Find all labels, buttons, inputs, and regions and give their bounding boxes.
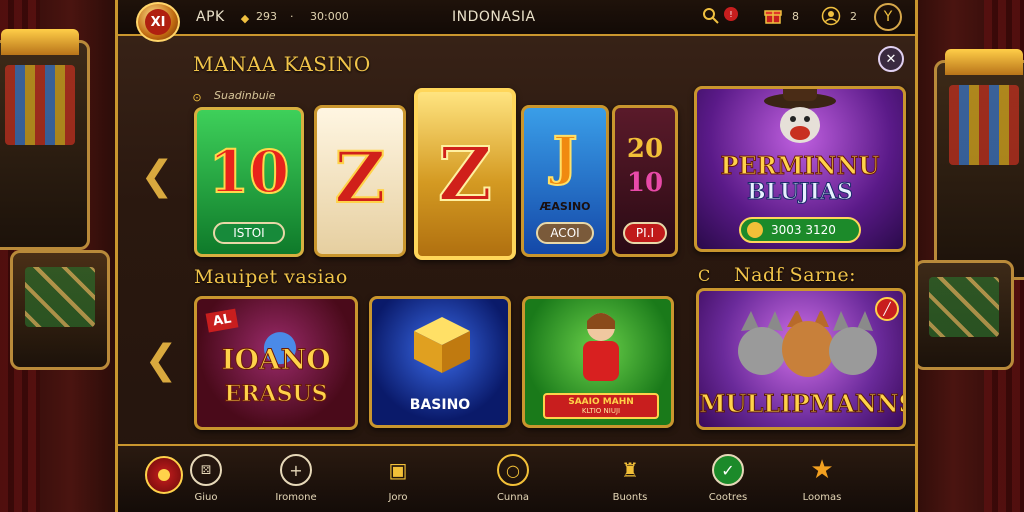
nav-label: Joro [388, 492, 408, 503]
tile-caption: ÆASINO [539, 200, 591, 213]
nav-item-cunna[interactable]: ○ Cunna [473, 454, 553, 503]
nav-label: Iromone [275, 492, 317, 503]
top-bar: APK ◆ 293 · 30:000 INDONASIA ! 8 2 Y [118, 0, 915, 36]
search-icon[interactable] [700, 5, 722, 27]
nav-item-iromone[interactable]: + Iromone [256, 454, 336, 503]
main-panel: APK ◆ 293 · 30:000 INDONASIA ! 8 2 Y XI … [115, 0, 918, 512]
app-logo[interactable]: XI [136, 2, 180, 42]
wolves-image [721, 309, 887, 381]
nav-item-buonts[interactable]: ♜ Buonts [590, 454, 670, 503]
jackpot-value: 30:000 [310, 10, 349, 23]
nav-item-giuo[interactable]: ⚄ Giuo [166, 454, 246, 503]
tile-value: Z [437, 131, 493, 219]
game-title-line2: ERASUS [224, 381, 328, 408]
notification-badge: ! [724, 7, 738, 21]
game-badge: AL [205, 308, 239, 333]
nav-item-cootres[interactable]: ✓ Cootres [688, 454, 768, 503]
close-icon[interactable]: ╱ [875, 297, 899, 321]
nav-label: Cootres [708, 492, 748, 503]
castle-icon: ♜ [621, 458, 639, 482]
slot-machine-decoration [934, 49, 1024, 280]
game-tile-kid[interactable]: SAAIO MAHN KLTIO NIUJI [522, 296, 674, 428]
game-tile-10[interactable]: 10 ISTOI [194, 107, 304, 257]
balance-value: 293 [256, 10, 277, 23]
game-tile-z-selected[interactable]: Z [414, 88, 516, 260]
nav-label: Cunna [496, 492, 530, 503]
slot-machine-decoration [914, 260, 1014, 370]
section-prefix-right: C [698, 266, 711, 285]
slot-machine-decoration [10, 250, 110, 370]
game-banner-title: SAAIO MAHN [568, 397, 634, 407]
scroll-left-arrow-top[interactable]: ❮ [140, 136, 174, 216]
promo-title-line1: PERMINNU [720, 151, 880, 181]
promo-title: MULLIPMANNS [699, 389, 906, 419]
character-image [567, 307, 635, 387]
nav-item-loomas[interactable]: ★ Loomas [782, 454, 862, 503]
nav-label: Giuo [194, 492, 218, 503]
dice-icon: ⚄ [190, 454, 222, 486]
gift-count: 8 [792, 10, 799, 23]
game-banner-sub: KLTIO NIUJI [581, 407, 621, 415]
tile-value: Z [333, 135, 386, 220]
coin-icon: ◆ [240, 11, 250, 25]
game-banner: SAAIO MAHN KLTIO NIUJI [543, 393, 659, 419]
game-title-line1: IOANO [221, 343, 331, 377]
play-button[interactable]: ISTOI [213, 222, 285, 244]
left-backdrop [0, 0, 118, 512]
tile-value-b: 10 [626, 168, 664, 198]
scroll-left-arrow-mid[interactable]: ❮ [144, 320, 178, 400]
card-icon: ▣ [388, 458, 408, 482]
close-icon[interactable]: ✕ [878, 46, 904, 72]
slot-machine-decoration [0, 29, 90, 250]
gift-icon[interactable] [762, 5, 784, 27]
section-title-top: MANAA KASINO [193, 52, 371, 76]
section-sub-top: Suadinbuie [214, 89, 276, 102]
claim-bonus-label: 3003 3120 [771, 223, 836, 237]
game-tile-z[interactable]: Z [314, 105, 406, 257]
promo-banner-multipmanns[interactable]: MULLIPMANNS ╱ [696, 288, 906, 430]
tile-value-a: 20 [626, 134, 664, 164]
game-tile-j[interactable]: J ÆASINO ACOI [521, 105, 609, 257]
casino-app-screen: APK ◆ 293 · 30:000 INDONASIA ! 8 2 Y XI … [0, 0, 1024, 512]
logo-text: XI [145, 9, 171, 35]
nav-label: Buonts [612, 492, 648, 503]
gold-cube-icon [410, 313, 474, 377]
game-tile-basino[interactable]: BASINO [369, 296, 511, 428]
bottom-nav: ⚄ Giuo + Iromone ▣ Joro ○ Cunna ♜ Buonts… [118, 444, 915, 512]
game-tile-20-10[interactable]: 20 10 PI.I [612, 105, 678, 257]
plus-circle-icon: + [280, 454, 312, 486]
promo-banner-bonus[interactable]: PERMINNU BLUJIAS 3003 3120 [694, 86, 906, 252]
check-icon: ✓ [712, 454, 744, 486]
tile-value: J [552, 125, 579, 188]
game-tile-ioano[interactable]: AL ● IOANO ERASUS [194, 296, 358, 430]
star-icon: ★ [810, 455, 834, 485]
tile-value: 10 [208, 137, 291, 207]
right-backdrop [906, 0, 1024, 512]
coin-icon [747, 222, 763, 238]
section-title-right: Nadf Sarne: [734, 264, 856, 286]
nav-label: Loomas [802, 492, 842, 503]
coin-icon: ○ [497, 454, 529, 486]
claim-bonus-button[interactable]: 3003 3120 [739, 217, 861, 243]
play-button[interactable]: ACOI [536, 222, 594, 244]
user-count: 2 [850, 10, 857, 23]
promo-title-line2: BLUJIAS [747, 179, 854, 206]
user-icon[interactable] [820, 5, 842, 27]
jackpot-prefix: · [290, 10, 294, 23]
game-title: BASINO [409, 397, 471, 413]
refresh-icon: ⊙ [192, 90, 202, 104]
section-title-mid: Mauipet vasiao [194, 266, 348, 288]
cowboy-dog-image [761, 89, 839, 153]
nav-item-joro[interactable]: ▣ Joro [358, 454, 438, 503]
region-label: INDONASIA [452, 9, 536, 25]
play-button[interactable]: PI.I [623, 222, 667, 244]
apk-label[interactable]: APK [196, 9, 225, 25]
menu-y-icon[interactable]: Y [874, 3, 902, 31]
